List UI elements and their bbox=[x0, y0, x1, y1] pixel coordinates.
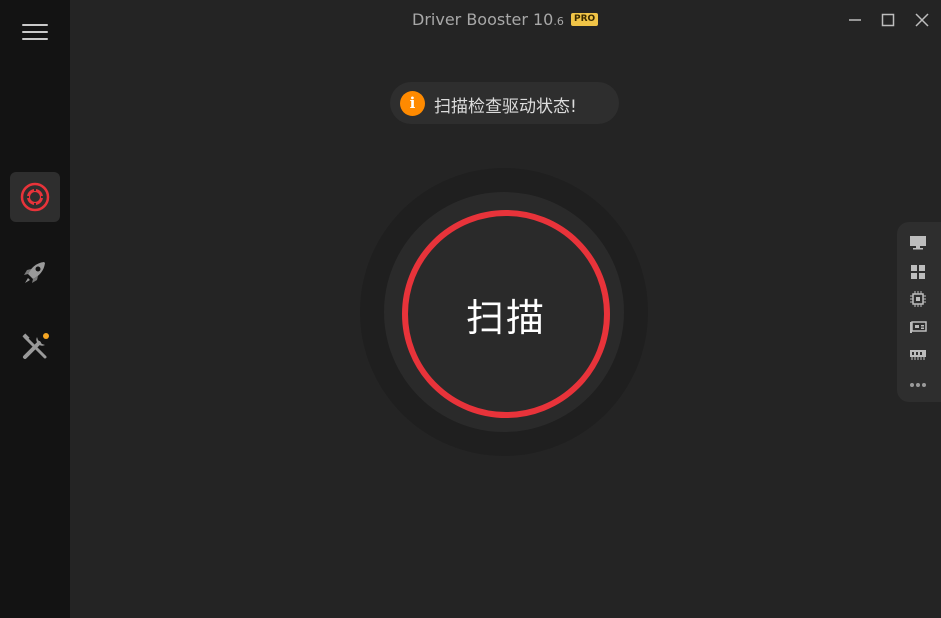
hamburger-icon-bar bbox=[22, 24, 48, 26]
hardware-item-cpu[interactable] bbox=[908, 289, 928, 309]
cpu-icon bbox=[910, 291, 926, 307]
hardware-panel bbox=[897, 222, 941, 402]
hardware-item-network-card[interactable] bbox=[908, 317, 928, 337]
hardware-item-memory[interactable] bbox=[908, 344, 928, 364]
minimize-icon bbox=[849, 19, 861, 21]
app-title: Driver Booster 10.6 bbox=[412, 10, 564, 29]
memory-icon bbox=[910, 350, 926, 360]
scan-target-icon bbox=[20, 182, 50, 212]
info-banner: i 扫描检查驱动状态! bbox=[390, 82, 619, 124]
hardware-item-windows[interactable] bbox=[908, 262, 928, 282]
scan-area: 扫描 bbox=[360, 168, 648, 456]
sidebar-item-scan[interactable] bbox=[10, 172, 60, 222]
hardware-item-monitor[interactable] bbox=[908, 233, 928, 253]
monitor-icon bbox=[910, 236, 926, 250]
hardware-item-more[interactable] bbox=[908, 375, 928, 395]
hamburger-icon-bar bbox=[22, 31, 48, 33]
hamburger-icon-bar bbox=[22, 38, 48, 40]
notification-dot bbox=[43, 333, 49, 339]
info-icon: i bbox=[400, 91, 425, 116]
sidebar-item-tools[interactable] bbox=[10, 322, 60, 372]
minimize-button[interactable] bbox=[843, 8, 867, 32]
sidebar bbox=[0, 0, 70, 618]
network-card-icon bbox=[910, 321, 927, 333]
info-banner-text: 扫描检查驱动状态! bbox=[434, 97, 577, 117]
app-title-text: Driver Booster 10 bbox=[412, 10, 554, 29]
title-bar: Driver Booster 10.6 PRO bbox=[70, 0, 941, 40]
maximize-icon bbox=[881, 13, 895, 27]
tools-icon bbox=[22, 333, 49, 359]
pro-badge: PRO bbox=[571, 13, 599, 26]
sidebar-item-boost[interactable] bbox=[10, 248, 60, 298]
close-icon bbox=[915, 13, 929, 27]
scan-button[interactable]: 扫描 bbox=[402, 210, 610, 418]
close-button[interactable] bbox=[910, 8, 934, 32]
rocket-icon bbox=[24, 262, 45, 283]
app-window: Driver Booster 10.6 PRO i 扫描检查驱动状态! 扫描 bbox=[0, 0, 941, 618]
scan-button-label: 扫描 bbox=[465, 295, 546, 340]
maximize-button[interactable] bbox=[876, 8, 900, 32]
more-icon bbox=[910, 383, 926, 387]
app-version-sub: .6 bbox=[553, 15, 564, 28]
windows-icon bbox=[911, 265, 925, 279]
menu-button[interactable] bbox=[22, 24, 48, 42]
